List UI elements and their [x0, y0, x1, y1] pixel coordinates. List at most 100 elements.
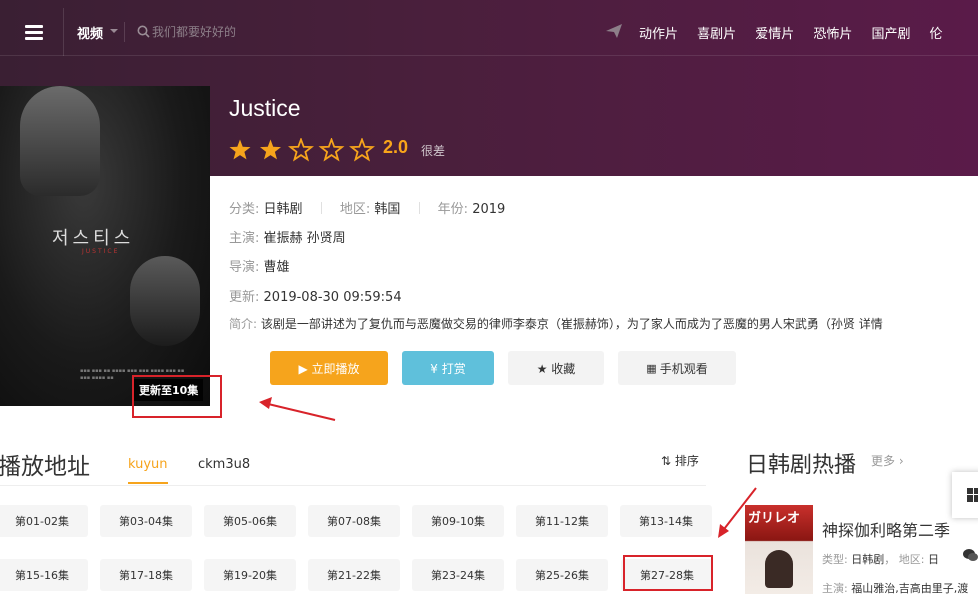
sort-icon: ⇅: [661, 454, 672, 468]
episode-button[interactable]: 第15-16集: [0, 559, 88, 591]
poster-subtitle: JUSTICE: [82, 248, 120, 255]
episode-button[interactable]: 第07-08集: [308, 505, 400, 537]
region-label: 地区:: [898, 553, 925, 566]
play-button[interactable]: ▶ 立即播放: [270, 351, 388, 385]
poster-title: 저스티스: [52, 228, 135, 249]
sidebar-item-meta: 类型: 日韩剧， 地区: 日: [822, 553, 939, 566]
year-label: 年份:: [437, 202, 469, 217]
highlight-box: [132, 375, 222, 418]
rating-word: 很差: [421, 144, 446, 158]
nav-comedy[interactable]: 喜剧片: [697, 27, 736, 42]
info-row-intro: 简介: 该剧是一部讲述为了复仇而与恶魔做交易的律师李泰京（崔振赫饰），为了家人而…: [229, 315, 978, 332]
poster-image[interactable]: 저스티스 JUSTICE ▪▪▪ ▪▪▪ ▪▪ ▪▪▪▪ ▪▪▪ ▪▪▪ ▪▪▪…: [0, 86, 210, 406]
nav-horror[interactable]: 恐怖片: [813, 27, 852, 42]
wechat-icon[interactable]: [963, 549, 978, 562]
info-row-cast: 主演: 崔振赫 孙贤周: [229, 227, 346, 246]
send-icon[interactable]: [606, 24, 622, 38]
category-value[interactable]: 日韩剧: [264, 202, 303, 217]
menu-button[interactable]: [0, 8, 64, 56]
thumbnail-figure: [765, 550, 793, 588]
region-value: 日: [927, 553, 939, 566]
windows-float-button[interactable]: [952, 472, 978, 518]
cast-value[interactable]: 崔振赫 孙贤周: [264, 231, 346, 246]
sidebar-item-cast: 主演: 福山雅治,吉高由里子,渡: [822, 580, 968, 594]
sidebar-more-link[interactable]: 更多 ›: [871, 452, 904, 469]
more-label: 更多: [871, 454, 896, 468]
chevron-down-icon: [110, 29, 118, 33]
cast-label: 主演:: [229, 231, 260, 246]
star-empty-icon[interactable]: [288, 138, 314, 162]
menu-icon-bar: [25, 37, 43, 40]
category-dropdown[interactable]: 视频: [77, 23, 103, 42]
episode-button[interactable]: 第01-02集: [0, 505, 88, 537]
cast-value: 福山雅治,吉高由里子,渡: [851, 582, 969, 594]
tab-ckm3u8[interactable]: ckm3u8: [198, 457, 250, 472]
category-nav: 动作片 喜剧片 爱情片 恐怖片 国产剧 伦: [632, 23, 950, 42]
poster-figure: [130, 256, 200, 346]
nav-action[interactable]: 动作片: [639, 27, 678, 42]
star-filled-icon[interactable]: [229, 139, 251, 160]
active-tab-indicator: [128, 482, 168, 484]
info-row-updated: 更新: 2019-08-30 09:59:54: [229, 286, 402, 305]
episode-button[interactable]: 第23-24集: [412, 559, 504, 591]
type-value: 日韩剧: [851, 553, 885, 566]
cast-label: 主演:: [822, 582, 848, 594]
divider: [418, 202, 420, 214]
show-title: Justice: [229, 95, 301, 121]
region-label: 地区:: [339, 202, 371, 217]
year-value[interactable]: 2019: [472, 202, 505, 217]
star-empty-icon[interactable]: [349, 138, 375, 162]
arrowhead-icon: [259, 397, 272, 409]
arrow-to-badge: [263, 402, 336, 421]
tip-button[interactable]: ¥ 打赏: [402, 351, 494, 385]
sidebar-item-thumbnail[interactable]: ガリレオ: [745, 505, 813, 594]
highlight-box: [623, 555, 713, 591]
rating-stars[interactable]: [229, 138, 379, 162]
sidebar-item-title[interactable]: 神探伽利略第二季: [822, 517, 950, 541]
episode-button[interactable]: 第03-04集: [100, 505, 192, 537]
sort-button[interactable]: ⇅ 排序: [661, 452, 699, 469]
region-value[interactable]: 韩国: [374, 202, 400, 217]
poster-figure: [20, 86, 100, 196]
search-input[interactable]: [152, 20, 482, 44]
menu-icon-bar: [25, 31, 43, 34]
nav-domestic[interactable]: 国产剧: [871, 27, 910, 42]
intro-more-link[interactable]: 详情: [859, 317, 883, 331]
sidebar-title: 日韩剧热播: [746, 453, 857, 478]
playlist-title: 播放地址: [0, 454, 90, 480]
episode-button[interactable]: 第11-12集: [516, 505, 608, 537]
divider: [0, 485, 706, 486]
updated-value: 2019-08-30 09:59:54: [263, 290, 402, 305]
episode-button[interactable]: 第17-18集: [100, 559, 192, 591]
episode-button[interactable]: 第09-10集: [412, 505, 504, 537]
favorite-button[interactable]: ★ 收藏: [508, 351, 604, 385]
windows-icon: [967, 488, 978, 502]
episode-button[interactable]: 第13-14集: [620, 505, 712, 537]
divider: [124, 22, 125, 42]
category-label: 分类:: [229, 202, 260, 217]
star-filled-icon[interactable]: [260, 139, 281, 160]
divider: [320, 202, 322, 214]
sort-label: 排序: [674, 454, 699, 468]
qr-icon: ▦: [646, 361, 657, 375]
menu-icon: [25, 25, 43, 28]
type-label: 类型:: [822, 553, 848, 566]
director-value[interactable]: 曹雄: [264, 260, 290, 275]
thumbnail-text: ガリレオ: [748, 511, 801, 526]
episode-button[interactable]: 第21-22集: [308, 559, 400, 591]
episode-button[interactable]: 第25-26集: [516, 559, 608, 591]
star-empty-icon[interactable]: [318, 138, 345, 162]
nav-romance[interactable]: 爱情片: [755, 27, 794, 42]
mobile-watch-button[interactable]: ▦ 手机观看: [618, 351, 736, 385]
search-icon: [137, 25, 150, 38]
intro-label: 简介:: [229, 317, 258, 331]
tab-kuyun[interactable]: kuyun: [128, 457, 168, 472]
updated-label: 更新:: [229, 290, 260, 305]
episode-button[interactable]: 第19-20集: [204, 559, 296, 591]
info-row-director: 导演: 曹雄: [229, 256, 290, 275]
rating-score: 2.0: [383, 137, 409, 157]
arrowhead-icon: [718, 524, 729, 538]
episode-button[interactable]: 第05-06集: [204, 505, 296, 537]
intro-value: 该剧是一部讲述为了复仇而与恶魔做交易的律师李泰京（崔振赫饰），为了家人而成为了恶…: [260, 317, 855, 331]
nav-ethics[interactable]: 伦: [930, 27, 943, 42]
